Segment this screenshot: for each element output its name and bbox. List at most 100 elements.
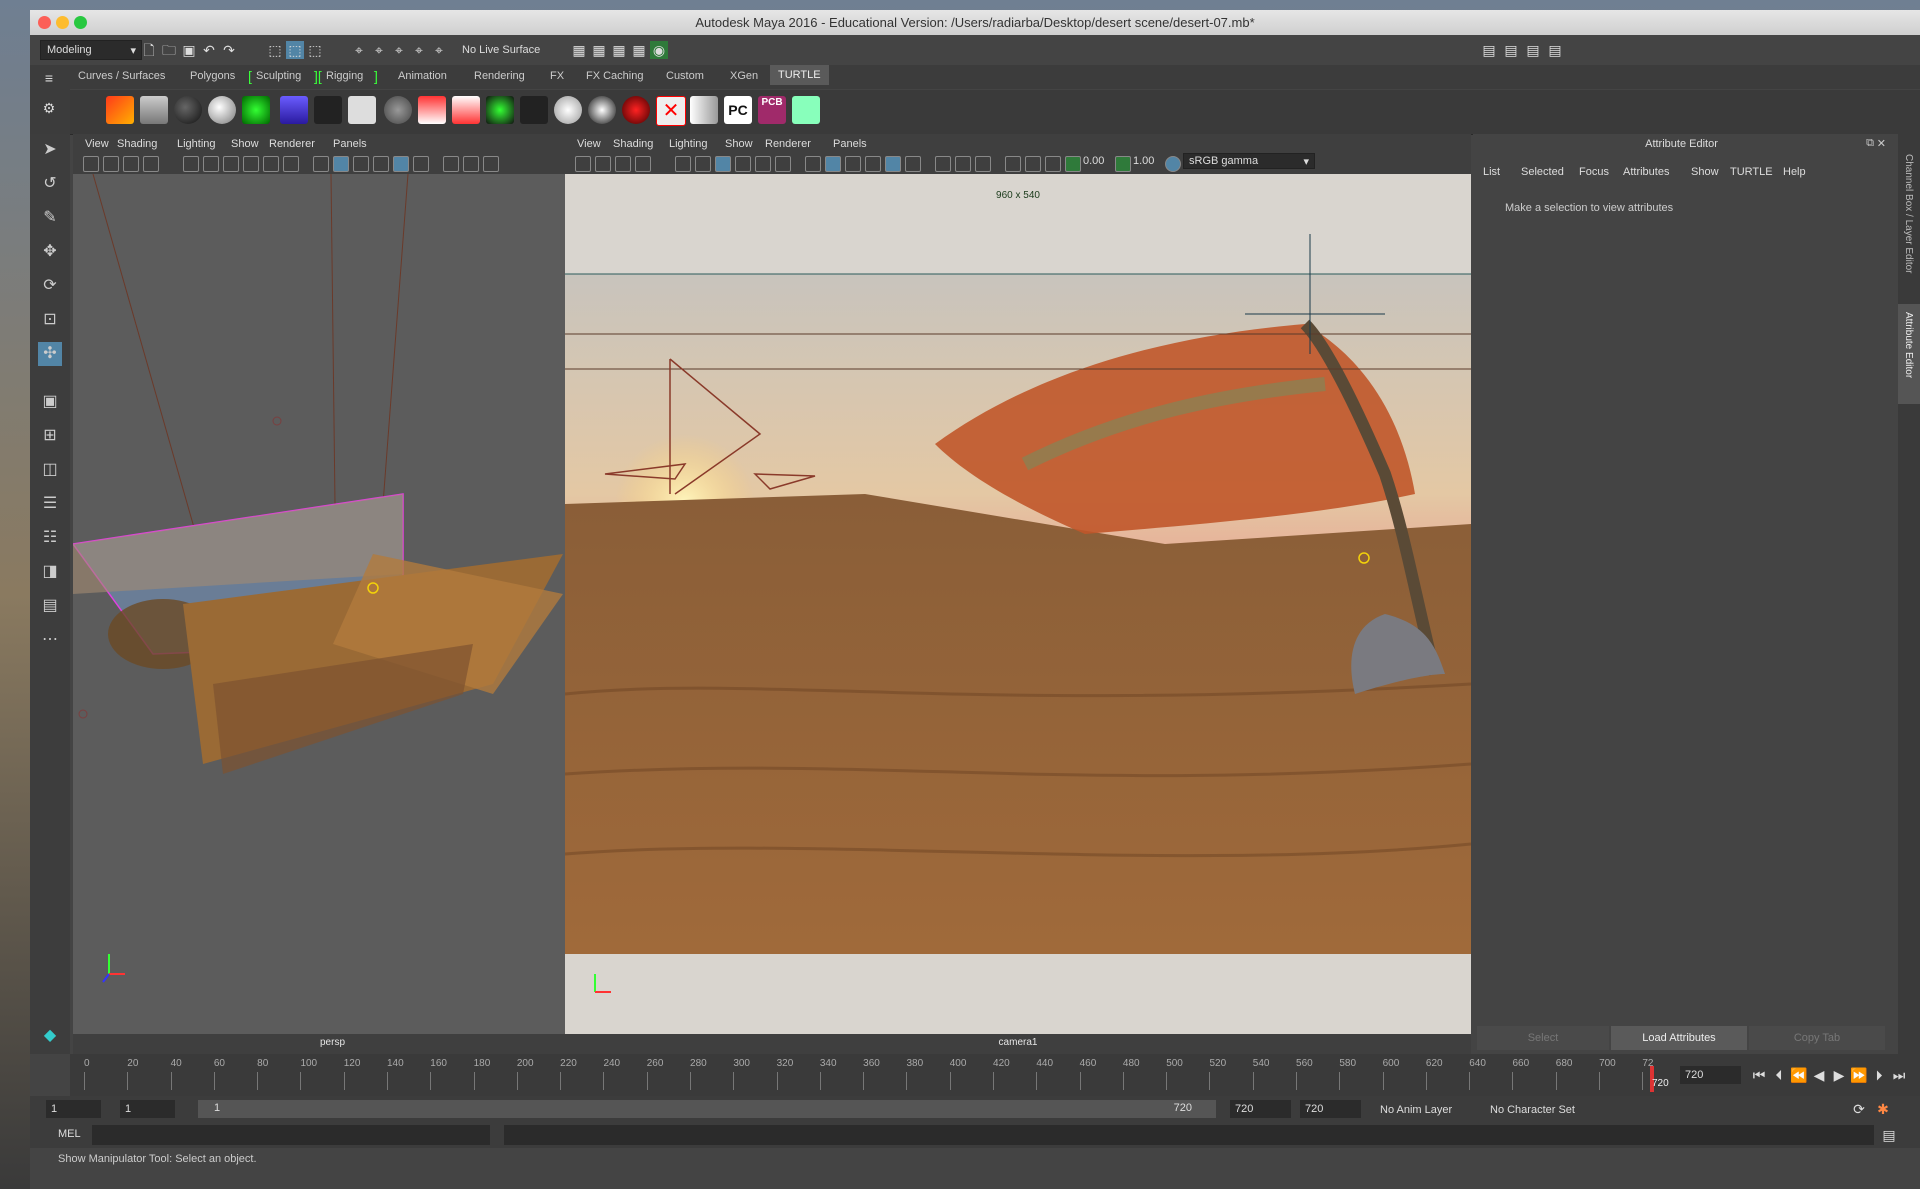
snap-point-icon[interactable]: ⌖ [390, 41, 408, 59]
grid-icon[interactable] [280, 96, 308, 124]
sphere-light-icon[interactable] [208, 96, 236, 124]
scale-tool-icon[interactable]: ⊡ [38, 308, 62, 332]
render-icon[interactable] [106, 96, 134, 124]
four-view-icon[interactable]: ⊞ [38, 424, 62, 448]
snap-curve-icon[interactable]: ⌖ [370, 41, 388, 59]
snap-grid-icon[interactable]: ⌖ [350, 41, 368, 59]
layout-more-icon[interactable]: ⋯ [38, 628, 62, 652]
snap-live-icon[interactable]: ⌖ [430, 41, 448, 59]
camera-attr-icon[interactable] [595, 156, 611, 172]
light-icon[interactable] [242, 96, 270, 124]
grid-toggle-icon[interactable] [675, 156, 691, 172]
select-by-hierarchy-icon[interactable]: ⬚ [266, 41, 284, 59]
gate-mask-icon[interactable] [735, 156, 751, 172]
attr-menu-turtle[interactable]: TURTLE [1730, 166, 1773, 178]
menu-set-dropdown[interactable]: Modeling ▾ [40, 40, 142, 60]
save-scene-icon[interactable]: ▣ [180, 41, 198, 59]
paint-select-icon[interactable]: ✎ [38, 206, 62, 230]
attribute-editor-toggle-icon[interactable]: ▤ [1502, 41, 1520, 59]
snap-view-plane-icon[interactable]: ⌖ [410, 41, 428, 59]
hud-icon[interactable] [1045, 156, 1061, 172]
green-orb-icon[interactable] [486, 96, 514, 124]
playback-end-field[interactable]: 720 [1230, 1100, 1291, 1118]
wireframe-icon[interactable] [805, 156, 821, 172]
attr-menu-help[interactable]: Help [1783, 166, 1806, 178]
lasso-tool-icon[interactable]: ↺ [38, 172, 62, 196]
layout-alt-icon[interactable]: ☷ [38, 526, 62, 550]
animation-end-field[interactable]: 720 [1300, 1100, 1361, 1118]
image-plane-icon[interactable] [635, 156, 651, 172]
shadows-icon[interactable] [935, 156, 951, 172]
image-plane-icon[interactable] [143, 156, 159, 172]
next-key-icon[interactable]: ⏩ [1850, 1066, 1868, 1084]
select-button[interactable]: Select [1477, 1026, 1609, 1050]
command-input[interactable] [92, 1125, 490, 1145]
delete-icon[interactable]: ✕ [656, 96, 686, 126]
persp-menu-panels[interactable]: Panels [333, 138, 367, 150]
persp-viewport[interactable] [73, 174, 592, 1034]
film-gate-icon[interactable] [695, 156, 711, 172]
sphere-dark-icon[interactable] [174, 96, 202, 124]
graph-layout-icon[interactable]: ▤ [38, 594, 62, 618]
wireframe-on-shaded-icon[interactable] [845, 156, 861, 172]
camera1-menu-show[interactable]: Show [725, 138, 753, 150]
eyes-icon[interactable] [520, 96, 548, 124]
ipr-render-icon[interactable]: ▦ [610, 41, 628, 59]
smooth-shade-icon[interactable] [333, 156, 349, 172]
camera-attr-icon[interactable] [103, 156, 119, 172]
open-scene-icon[interactable]: 🗀 [160, 41, 178, 59]
sun-icon[interactable] [554, 96, 582, 124]
close-icon[interactable]: ✕ [1877, 137, 1886, 150]
smooth-shade-icon[interactable] [825, 156, 841, 172]
exposure-icon[interactable] [1065, 156, 1081, 172]
modeling-toolkit-icon[interactable]: ▤ [1480, 41, 1498, 59]
gear-icon[interactable]: ⚙ [40, 99, 58, 117]
safe-action-icon[interactable] [775, 156, 791, 172]
persp-menu-shading[interactable]: Shading [117, 138, 157, 150]
resolution-gate-icon[interactable] [223, 156, 239, 172]
tab-rendering[interactable]: Rendering [474, 70, 525, 82]
layout-icon[interactable]: ☰ [38, 492, 62, 516]
gamma-value[interactable]: 1.00 [1133, 155, 1154, 167]
camera1-menu-shading[interactable]: Shading [613, 138, 653, 150]
manipulator-tool-icon[interactable]: ✣ [38, 342, 62, 366]
xray-icon[interactable] [373, 156, 389, 172]
attr-menu-list[interactable]: List [1483, 166, 1500, 178]
attr-menu-show[interactable]: Show [1691, 166, 1719, 178]
step-back-key-icon[interactable]: ⏴ [1770, 1066, 1788, 1084]
attr-menu-attributes[interactable]: Attributes [1623, 166, 1669, 178]
xray-icon[interactable] [865, 156, 881, 172]
persp-menu-view[interactable]: View [85, 138, 109, 150]
dome-icon[interactable] [418, 96, 446, 124]
range-slider[interactable]: 1 720 [198, 1100, 1216, 1118]
camera1-viewport[interactable] [565, 174, 1471, 1034]
lights-icon[interactable] [905, 156, 921, 172]
live-surface-label[interactable]: No Live Surface [462, 44, 540, 56]
render-settings-icon[interactable]: ▦ [630, 41, 648, 59]
move-tool-icon[interactable]: ✥ [38, 240, 62, 264]
tab-animation[interactable]: Animation [398, 70, 447, 82]
mel-label[interactable]: MEL [58, 1128, 81, 1140]
camera-select-icon[interactable] [83, 156, 99, 172]
tab-polygons[interactable]: Polygons [190, 70, 235, 82]
camera1-menu-renderer[interactable]: Renderer [765, 138, 811, 150]
search-icon[interactable] [792, 96, 820, 124]
playback-start-field[interactable]: 1 [120, 1100, 175, 1118]
eye-icon[interactable] [588, 96, 616, 124]
tab-rigging[interactable]: Rigging [326, 70, 363, 82]
ambient-occlusion-icon[interactable] [955, 156, 971, 172]
wireframe-icon[interactable] [313, 156, 329, 172]
tab-fx[interactable]: FX [550, 70, 564, 82]
motion-blur-icon[interactable] [483, 156, 499, 172]
tool-settings-icon[interactable]: ▤ [1524, 41, 1542, 59]
resolution-gate-icon[interactable] [715, 156, 731, 172]
dome-red-icon[interactable] [452, 96, 480, 124]
rotate-tool-icon[interactable]: ⟳ [38, 274, 62, 298]
color-space-dropdown[interactable]: sRGB gamma ▾ [1183, 153, 1315, 169]
float-panel-icon[interactable]: ⧉ [1866, 137, 1874, 150]
wireframe-on-shaded-icon[interactable] [353, 156, 369, 172]
auto-key-icon[interactable]: ⟳ [1850, 1100, 1868, 1118]
character-set-dropdown[interactable]: No Character Set [1490, 1104, 1575, 1116]
safe-action-icon[interactable] [283, 156, 299, 172]
shelf-menu-icon[interactable]: ≡ [40, 69, 58, 87]
